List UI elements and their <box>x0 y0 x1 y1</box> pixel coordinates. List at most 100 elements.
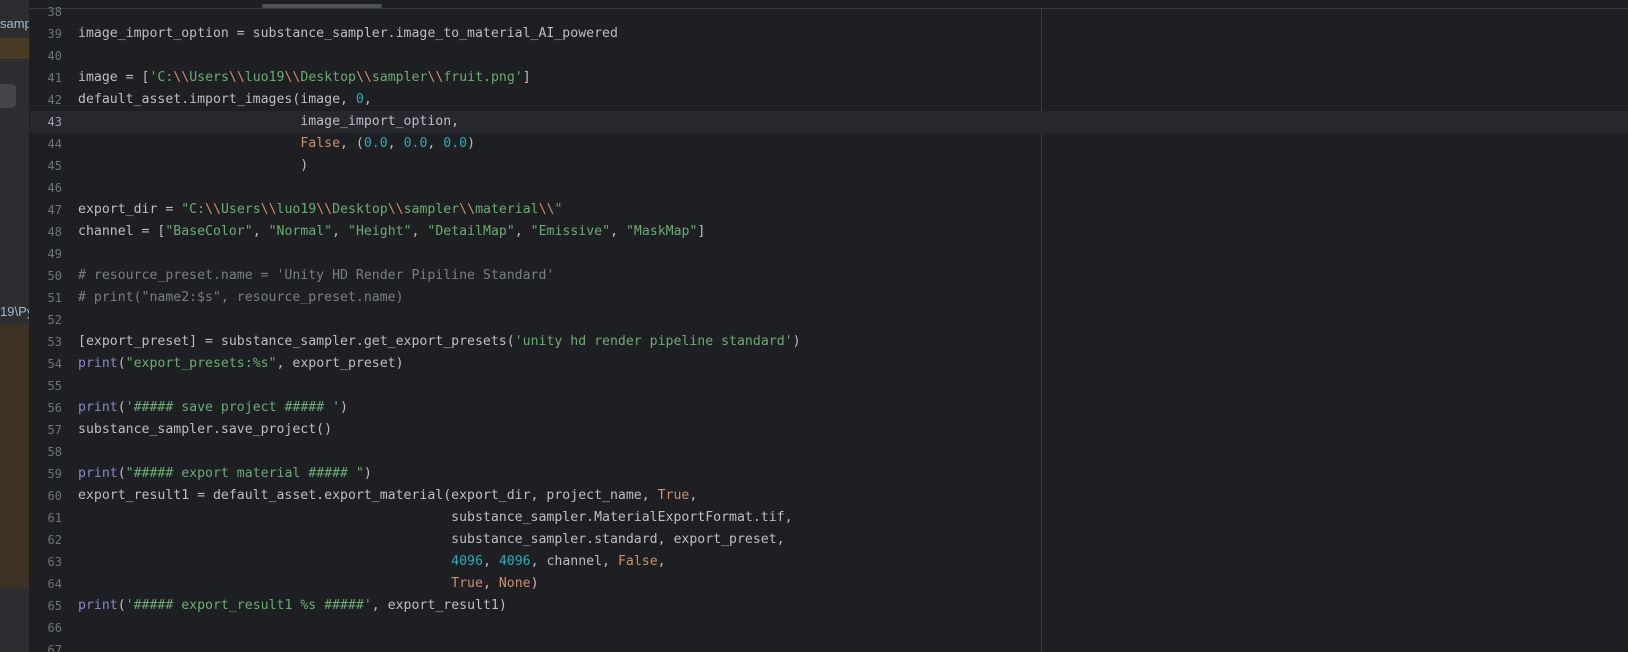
code-token: , <box>363 92 372 107</box>
code-text: default_asset.import_images(image, 0, <box>78 89 372 111</box>
code-token: , <box>610 224 626 239</box>
code-token: ( <box>117 400 126 415</box>
code-token: ] <box>522 70 531 85</box>
code-token: False <box>617 554 658 569</box>
code-token: export_dir = <box>78 202 182 217</box>
code-token: substance_sampler.save_project() <box>78 422 333 437</box>
code-token: \\ <box>387 202 404 217</box>
code-line[interactable]: 65 print('##### export_result1 %s #####',… <box>30 595 1628 617</box>
code-token: \\ <box>205 202 221 217</box>
panel-button[interactable] <box>0 84 16 108</box>
line-number: 55 <box>47 379 62 393</box>
code-line[interactable]: 57 substance_sampler.save_project() <box>30 419 1628 441</box>
code-token: , <box>482 554 499 569</box>
line-number: 42 <box>47 93 62 107</box>
code-token: 'unity hd render pipeline standard' <box>514 334 793 349</box>
code-token: "BaseColor" <box>165 224 253 239</box>
code-line[interactable]: 55 <box>30 375 1628 397</box>
code-line[interactable]: 38 <box>30 1 1628 23</box>
code-text: # print("name2:$s", resource_preset.name… <box>78 287 404 309</box>
line-number: 58 <box>47 445 62 459</box>
code-token: ) <box>530 576 539 591</box>
line-number: 46 <box>47 181 62 195</box>
line-number: 54 <box>47 357 62 371</box>
line-number: 41 <box>47 71 62 85</box>
code-line[interactable]: 58 <box>30 441 1628 463</box>
code-line[interactable]: 54 print("export_presets:%s", export_pres… <box>30 353 1628 375</box>
code-token: export_result1 = default_asset.export_ma… <box>78 488 658 503</box>
code-token: ( <box>117 356 126 371</box>
code-line[interactable]: 66 <box>30 617 1628 639</box>
code-line[interactable]: 45 ) <box>30 155 1628 177</box>
code-text: False, (0.0, 0.0, 0.0) <box>78 133 475 155</box>
selected-tree-item[interactable] <box>0 38 29 59</box>
code-token: True <box>451 576 483 591</box>
line-number: 53 <box>47 335 62 349</box>
code-line[interactable]: 60 export_result1 = default_asset.export_… <box>30 485 1628 507</box>
code-line[interactable]: 41 image = ['C:\\Users\\luo19\\Desktop\\s… <box>30 67 1628 89</box>
code-token: , export_preset) <box>276 356 404 371</box>
code-line[interactable]: 50 # resource_preset.name = 'Unity HD Ren… <box>30 265 1628 287</box>
code-token: print <box>78 466 118 481</box>
code-line[interactable]: 43 image_import_option, <box>30 111 1628 133</box>
code-line[interactable]: 40 <box>30 45 1628 67</box>
code-line[interactable]: 63 4096, 4096, channel, False, <box>30 551 1628 573</box>
code-text: print('##### save project ##### ') <box>78 397 348 419</box>
code-line[interactable]: 52 <box>30 309 1628 331</box>
line-number: 56 <box>47 401 62 415</box>
code-token: fruit.png' <box>443 70 523 85</box>
code-text: substance_sampler.standard, export_prese… <box>78 529 785 551</box>
line-number: 40 <box>47 49 62 63</box>
code-line[interactable]: 59 print("##### export material ##### ") <box>30 463 1628 485</box>
code-text: # resource_preset.name = 'Unity HD Rende… <box>78 265 554 287</box>
line-number: 62 <box>47 533 62 547</box>
line-number: 48 <box>47 225 62 239</box>
line-number: 52 <box>47 313 62 327</box>
code-text: image_import_option, <box>78 111 459 133</box>
code-line[interactable]: 48 channel = ["BaseColor", "Normal", "Hei… <box>30 221 1628 243</box>
code-text: export_dir = "C:\\Users\\luo19\\Desktop\… <box>78 199 562 221</box>
code-text: print("export_presets:%s", export_preset… <box>78 353 404 375</box>
code-line[interactable]: 56 print('##### save project ##### ') <box>30 397 1628 419</box>
code-line[interactable]: 64 True, None) <box>30 573 1628 595</box>
code-token: False <box>300 136 341 151</box>
code-line[interactable]: 51 # print("name2:$s", resource_preset.na… <box>30 287 1628 309</box>
code-lines: 38 39 image_import_option = substance_samp… <box>30 1 1628 652</box>
code-token: ) <box>78 158 309 173</box>
code-line[interactable]: 44 False, (0.0, 0.0, 0.0) <box>30 133 1628 155</box>
code-token: Desktop <box>300 70 356 85</box>
code-token: [export_preset] = substance_sampler.get_… <box>78 334 515 349</box>
code-token: print <box>78 598 118 613</box>
code-line[interactable]: 42 default_asset.import_images(image, 0, <box>30 89 1628 111</box>
code-text: [export_preset] = substance_sampler.get_… <box>78 331 801 353</box>
code-token: \\ <box>538 202 555 217</box>
code-text: channel = ["BaseColor", "Normal", "Heigh… <box>78 221 705 243</box>
code-token: luo19 <box>276 202 317 217</box>
code-line[interactable]: 46 <box>30 177 1628 199</box>
code-token: '##### export_result1 %s #####' <box>125 598 372 613</box>
project-tree-item-text[interactable]: samp <box>0 16 29 31</box>
code-token: \\ <box>284 70 301 85</box>
code-token: image_import_option, <box>78 114 460 129</box>
code-token: 0.0 <box>403 136 428 151</box>
code-text: print('##### export_result1 %s #####', e… <box>78 595 507 617</box>
code-token: , ( <box>340 136 364 151</box>
line-number: 65 <box>47 599 62 613</box>
code-line[interactable]: 67 <box>30 639 1628 652</box>
code-token: print <box>78 356 118 371</box>
code-token: , <box>482 576 499 591</box>
code-line[interactable]: 62 substance_sampler.standard, export_pr… <box>30 529 1628 551</box>
code-token: Users <box>189 70 229 85</box>
code-token: substance_sampler.standard, export_prese… <box>78 532 785 547</box>
code-token: "MaskMap" <box>625 224 698 239</box>
code-line[interactable]: 49 <box>30 243 1628 265</box>
code-line[interactable]: 39 image_import_option = substance_sample… <box>30 23 1628 45</box>
code-line[interactable]: 47 export_dir = "C:\\Users\\luo19\\Deskto… <box>30 199 1628 221</box>
code-token: ] <box>697 224 706 239</box>
code-editor[interactable]: 38 39 image_import_option = substance_samp… <box>30 0 1628 652</box>
code-line[interactable]: 61 substance_sampler.MaterialExportForma… <box>30 507 1628 529</box>
code-token: "C: <box>181 202 206 217</box>
code-line[interactable]: 53 [export_preset] = substance_sampler.ge… <box>30 331 1628 353</box>
code-token: "Emissive" <box>530 224 611 239</box>
